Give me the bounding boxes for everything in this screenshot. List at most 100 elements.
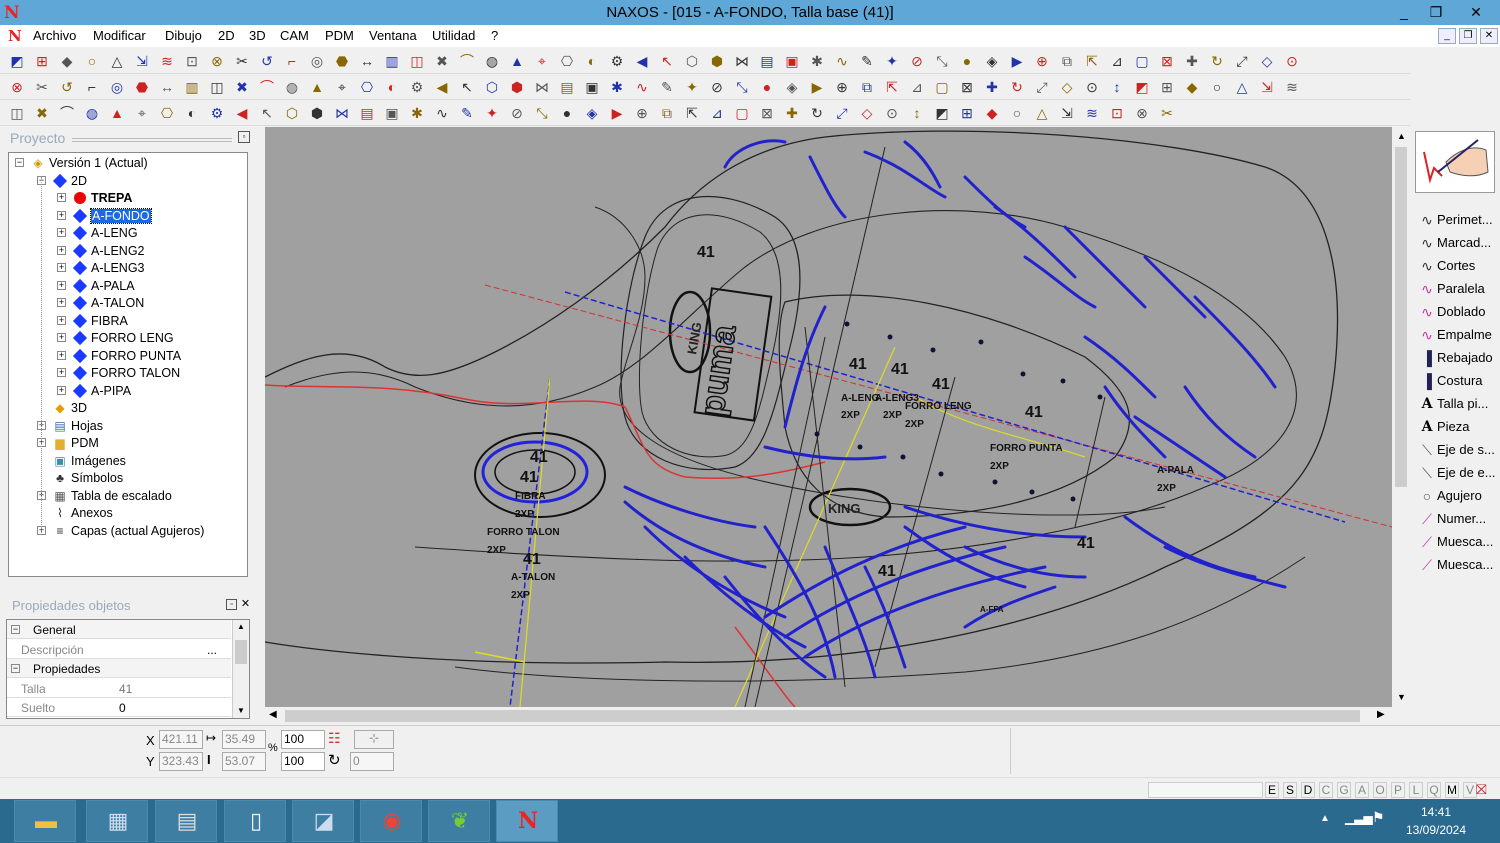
toolbar-3-tool-14-icon[interactable]: ⋈ (333, 104, 351, 122)
toolbar-2-tool-10-icon[interactable]: ✖ (233, 78, 251, 96)
toolbar-3-tool-30-icon[interactable]: ▢ (733, 104, 751, 122)
tool-button[interactable]: ○ Agujero (1416, 485, 1500, 507)
toolbar-2-tool-46-icon[interactable]: ◩ (1133, 78, 1151, 96)
tree-expander-icon[interactable]: − (15, 158, 24, 167)
menu-3d[interactable]: 3D (249, 28, 266, 43)
menu-2d[interactable]: 2D (218, 28, 235, 43)
toolbar-1-tool-16-icon[interactable]: ▥ (383, 52, 401, 70)
toolbar-2-tool-41-icon[interactable]: ↻ (1008, 78, 1026, 96)
toolbar-3-tool-28-icon[interactable]: ⇱ (683, 104, 701, 122)
toolbar-1-tool-22-icon[interactable]: ⌖ (533, 52, 551, 70)
tree-node[interactable]: −2D (9, 173, 247, 190)
toolbar-2-tool-45-icon[interactable]: ↕ (1108, 78, 1126, 96)
scroll-down-icon[interactable]: ▼ (1397, 692, 1406, 702)
toolbar-3-tool-43-icon[interactable]: ⇲ (1058, 104, 1076, 122)
scroll-down-icon[interactable]: ▼ (237, 706, 245, 715)
tree-expander-icon[interactable]: + (57, 315, 66, 325)
menu-modificar[interactable]: Modificar (93, 28, 146, 43)
toolbar-3-tool-21-icon[interactable]: ⊘ (508, 104, 526, 122)
toolbar-1-tool-26-icon[interactable]: ◀ (633, 52, 651, 70)
tree-node[interactable]: + FIBRA (9, 313, 247, 330)
toolbar-3-tool-37-icon[interactable]: ↕ (908, 104, 926, 122)
toolbar-3-tool-13-icon[interactable]: ⬢ (308, 104, 326, 122)
toolbar-3-tool-34-icon[interactable]: ⤢ (833, 104, 851, 122)
tree-expander-icon[interactable]: + (57, 245, 66, 255)
taskbar-naxos[interactable]: N (496, 800, 558, 842)
tree-node[interactable]: + FORRO PUNTA (9, 348, 247, 365)
toolbar-2-tool-37-icon[interactable]: ⊿ (908, 78, 926, 96)
toolbar-3-tool-39-icon[interactable]: ⊞ (958, 104, 976, 122)
toolbar-2-tool-28-icon[interactable]: ✦ (683, 78, 701, 96)
tree-node[interactable]: + FORRO TALON (9, 365, 247, 382)
toolbar-2-tool-7-icon[interactable]: ↔ (158, 78, 176, 96)
toolbar-2-tool-31-icon[interactable]: ● (758, 78, 776, 96)
tree-node[interactable]: + A-LENG (9, 225, 247, 242)
properties-close-button[interactable]: ✕ (240, 599, 251, 610)
tree-node[interactable]: + A-FONDO (9, 207, 247, 225)
horizontal-scroll-thumb[interactable] (285, 710, 1360, 722)
tree-node[interactable]: + A-TALON (9, 295, 247, 312)
tree-expander-icon[interactable]: + (57, 298, 66, 307)
toolbar-3-tool-2-icon[interactable]: ✖ (33, 104, 51, 122)
tree-node[interactable]: + FORRO LENG (9, 330, 247, 347)
toolbar-3-tool-18-icon[interactable]: ∿ (433, 104, 451, 122)
toolbar-2-tool-47-icon[interactable]: ⊞ (1158, 78, 1176, 96)
toolbar-2-tool-29-icon[interactable]: ⊘ (708, 78, 726, 96)
toolbar-1-tool-24-icon[interactable]: ◐ (583, 52, 601, 70)
toolbar-2-tool-16-icon[interactable]: ◐ (383, 78, 401, 96)
tree-expander-icon[interactable]: + (57, 368, 66, 377)
toolbar-3-tool-7-icon[interactable]: ⎔ (158, 104, 176, 122)
toolbar-1-tool-3-icon[interactable]: ◆ (58, 52, 76, 70)
taskbar-app-7[interactable]: ❦ (428, 800, 490, 842)
tree-node[interactable]: + ▆ PDM (9, 435, 247, 452)
toolbar-2-tool-26-icon[interactable]: ∿ (633, 78, 651, 96)
layer-toggle-q[interactable]: Q (1427, 782, 1441, 798)
toolbar-2-tool-38-icon[interactable]: ▢ (933, 78, 951, 96)
tool-button[interactable]: ∿ Paralela (1416, 278, 1500, 300)
toolbar-1-tool-29-icon[interactable]: ⬢ (708, 52, 726, 70)
toolbar-3-tool-20-icon[interactable]: ✦ (483, 104, 501, 122)
tree-node[interactable]: + A-PALA (9, 278, 247, 295)
mdi-minimize-button[interactable]: _ (1438, 28, 1456, 44)
tree-node[interactable]: ⌇ Anexos (9, 505, 247, 522)
toolbar-1-tool-15-icon[interactable]: ↔ (358, 52, 376, 70)
layer-config-icon[interactable]: ⛝ (1476, 781, 1487, 798)
width-field[interactable]: 35.49 (222, 730, 266, 749)
toolbar-1-tool-37-icon[interactable]: ⊘ (908, 52, 926, 70)
property-value[interactable]: 41 (119, 682, 132, 696)
tree-expander-icon[interactable]: + (57, 385, 66, 395)
menu-archivo[interactable]: Archivo (33, 28, 76, 43)
toolbar-2-tool-39-icon[interactable]: ⊠ (958, 78, 976, 96)
toolbar-2-tool-24-icon[interactable]: ▣ (583, 78, 601, 96)
scale-y-field[interactable]: 100 (281, 752, 325, 771)
rotate-icon[interactable]: ↻ (328, 751, 341, 769)
toolbar-2-tool-22-icon[interactable]: ⋈ (533, 78, 551, 96)
scroll-left-icon[interactable]: ◀ (269, 709, 277, 720)
toolbar-3-tool-44-icon[interactable]: ≋ (1083, 104, 1101, 122)
scale-x-field[interactable]: 100 (281, 730, 325, 749)
project-panel-close-button[interactable]: ▫ (238, 131, 250, 143)
toolbar-1-tool-12-icon[interactable]: ⌐ (283, 52, 301, 70)
toolbar-2-tool-12-icon[interactable]: ◍ (283, 78, 301, 96)
minimize-button[interactable]: _ (1388, 0, 1420, 25)
toolbar-2-tool-35-icon[interactable]: ⧉ (858, 78, 876, 96)
layer-toggle-s[interactable]: S (1283, 782, 1297, 798)
tool-button[interactable]: ⟍ Eje de s... (1416, 439, 1500, 461)
maximize-button[interactable]: ❐ (1420, 0, 1452, 25)
toolbar-3-tool-36-icon[interactable]: ⊙ (883, 104, 901, 122)
layer-toggle-m[interactable]: M (1445, 782, 1459, 798)
toolbar-2-tool-50-icon[interactable]: △ (1233, 78, 1251, 96)
toolbar-2-tool-4-icon[interactable]: ⌐ (83, 78, 101, 96)
toolbar-3-tool-26-icon[interactable]: ⊕ (633, 104, 651, 122)
mdi-close-button[interactable]: ✕ (1480, 28, 1498, 44)
toolbar-1-tool-11-icon[interactable]: ↺ (258, 52, 276, 70)
toolbar-3-tool-42-icon[interactable]: △ (1033, 104, 1051, 122)
tool-button[interactable]: A Talla pi... (1416, 393, 1500, 415)
tree-expander-icon[interactable]: + (57, 280, 66, 290)
vertical-scroll-thumb[interactable] (1395, 147, 1407, 487)
toolbar-3-tool-3-icon[interactable]: ⌒ (58, 104, 76, 122)
toolbar-2-tool-8-icon[interactable]: ▥ (183, 78, 201, 96)
taskbar-explorer[interactable]: ▬ (14, 800, 76, 842)
toolbar-2-tool-30-icon[interactable]: ⤡ (733, 78, 751, 96)
tree-expander-icon[interactable]: + (57, 228, 66, 237)
